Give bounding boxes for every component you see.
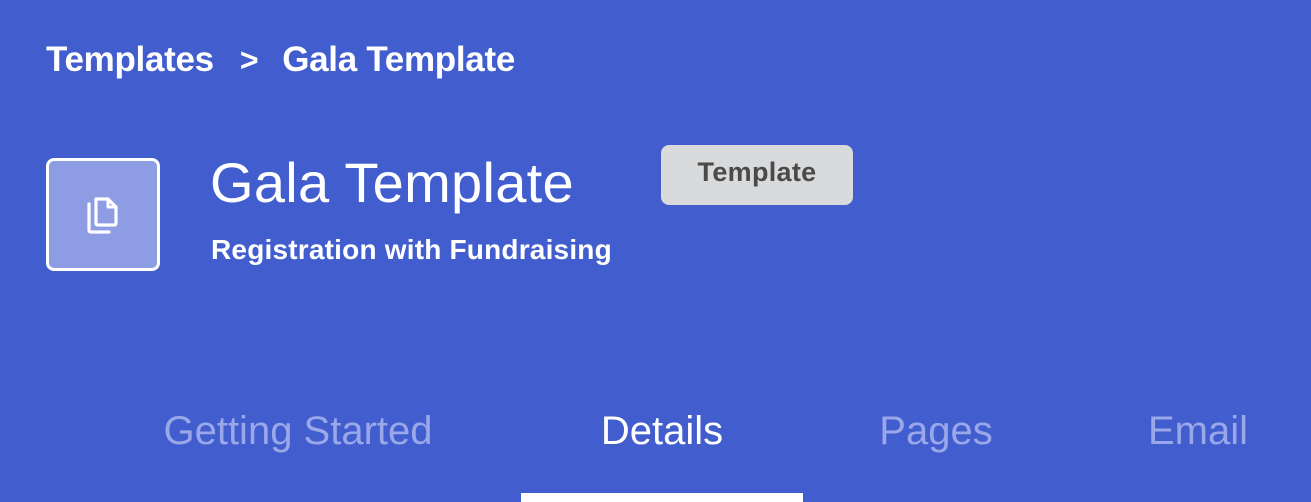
template-status-badge: Template	[661, 145, 853, 205]
tab-bar: Getting Started Details Pages Email	[0, 400, 1311, 502]
active-tab-indicator	[521, 493, 803, 502]
breadcrumb-separator: >	[239, 41, 259, 78]
copy-document-icon	[87, 196, 118, 234]
breadcrumb-current: Gala Template	[282, 40, 515, 79]
breadcrumb-templates-link[interactable]: Templates	[46, 40, 214, 80]
event-icon-box	[46, 158, 160, 271]
tab-getting-started[interactable]: Getting Started	[120, 400, 476, 462]
breadcrumb: Templates > Gala Template	[46, 38, 515, 82]
tab-details[interactable]: Details	[521, 400, 803, 462]
page-subtitle: Registration with Fundraising	[211, 234, 612, 265]
tab-pages[interactable]: Pages	[846, 400, 1026, 462]
tab-email[interactable]: Email	[1120, 400, 1276, 462]
page-title: Gala Template	[210, 151, 574, 214]
